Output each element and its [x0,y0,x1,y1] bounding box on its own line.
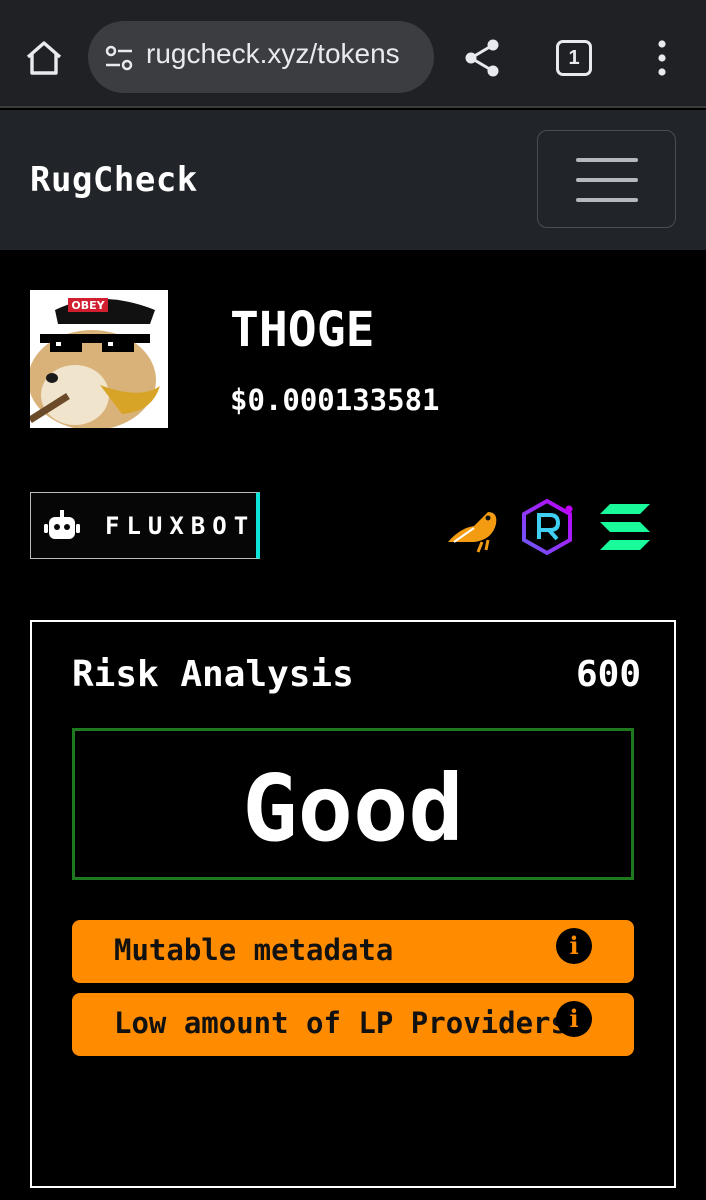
overflow-menu-icon[interactable] [648,38,676,78]
site-settings-icon[interactable] [104,45,134,71]
hamburger-menu-icon [576,158,638,162]
risk-alert-label: Low amount of LP Providers [114,1006,568,1040]
tab-switcher-icon[interactable]: 1 [556,40,592,76]
raydium-icon[interactable] [518,498,576,556]
risk-verdict: Good [242,755,464,862]
token-name: THOGE [230,302,375,358]
info-icon[interactable]: i [556,928,592,964]
browser-toolbar: rugcheck.xyz/tokens 1 [0,0,706,108]
address-bar[interactable]: rugcheck.xyz/tokens [88,21,434,93]
fluxbot-label: FLUXBOT [105,512,256,540]
risk-analysis-card [30,620,676,1188]
risk-verdict-box: Good [72,728,634,880]
token-price: $0.000133581 [230,383,440,417]
fluxbot-button[interactable]: FLUXBOT [30,492,260,559]
risk-alert[interactable]: Mutable metadata i [72,920,634,983]
share-icon[interactable] [460,36,504,80]
risk-analysis-title: Risk Analysis [72,654,354,695]
birdeye-icon[interactable] [444,498,502,556]
cap-logo-text: OBEY [71,299,105,312]
url-text[interactable]: rugcheck.xyz/tokens [146,38,424,70]
home-icon[interactable] [22,36,66,80]
robot-icon [44,510,80,539]
risk-alert[interactable]: Low amount of LP Providers i [72,993,634,1056]
token-logo: OBEY [30,290,168,428]
solana-icon[interactable] [596,498,654,556]
site-brand[interactable]: RugCheck [30,160,198,200]
info-icon[interactable]: i [556,1001,592,1037]
risk-score: 600 [576,654,642,695]
nav-toggle-button[interactable] [537,130,676,228]
risk-alert-label: Mutable metadata [114,933,394,967]
